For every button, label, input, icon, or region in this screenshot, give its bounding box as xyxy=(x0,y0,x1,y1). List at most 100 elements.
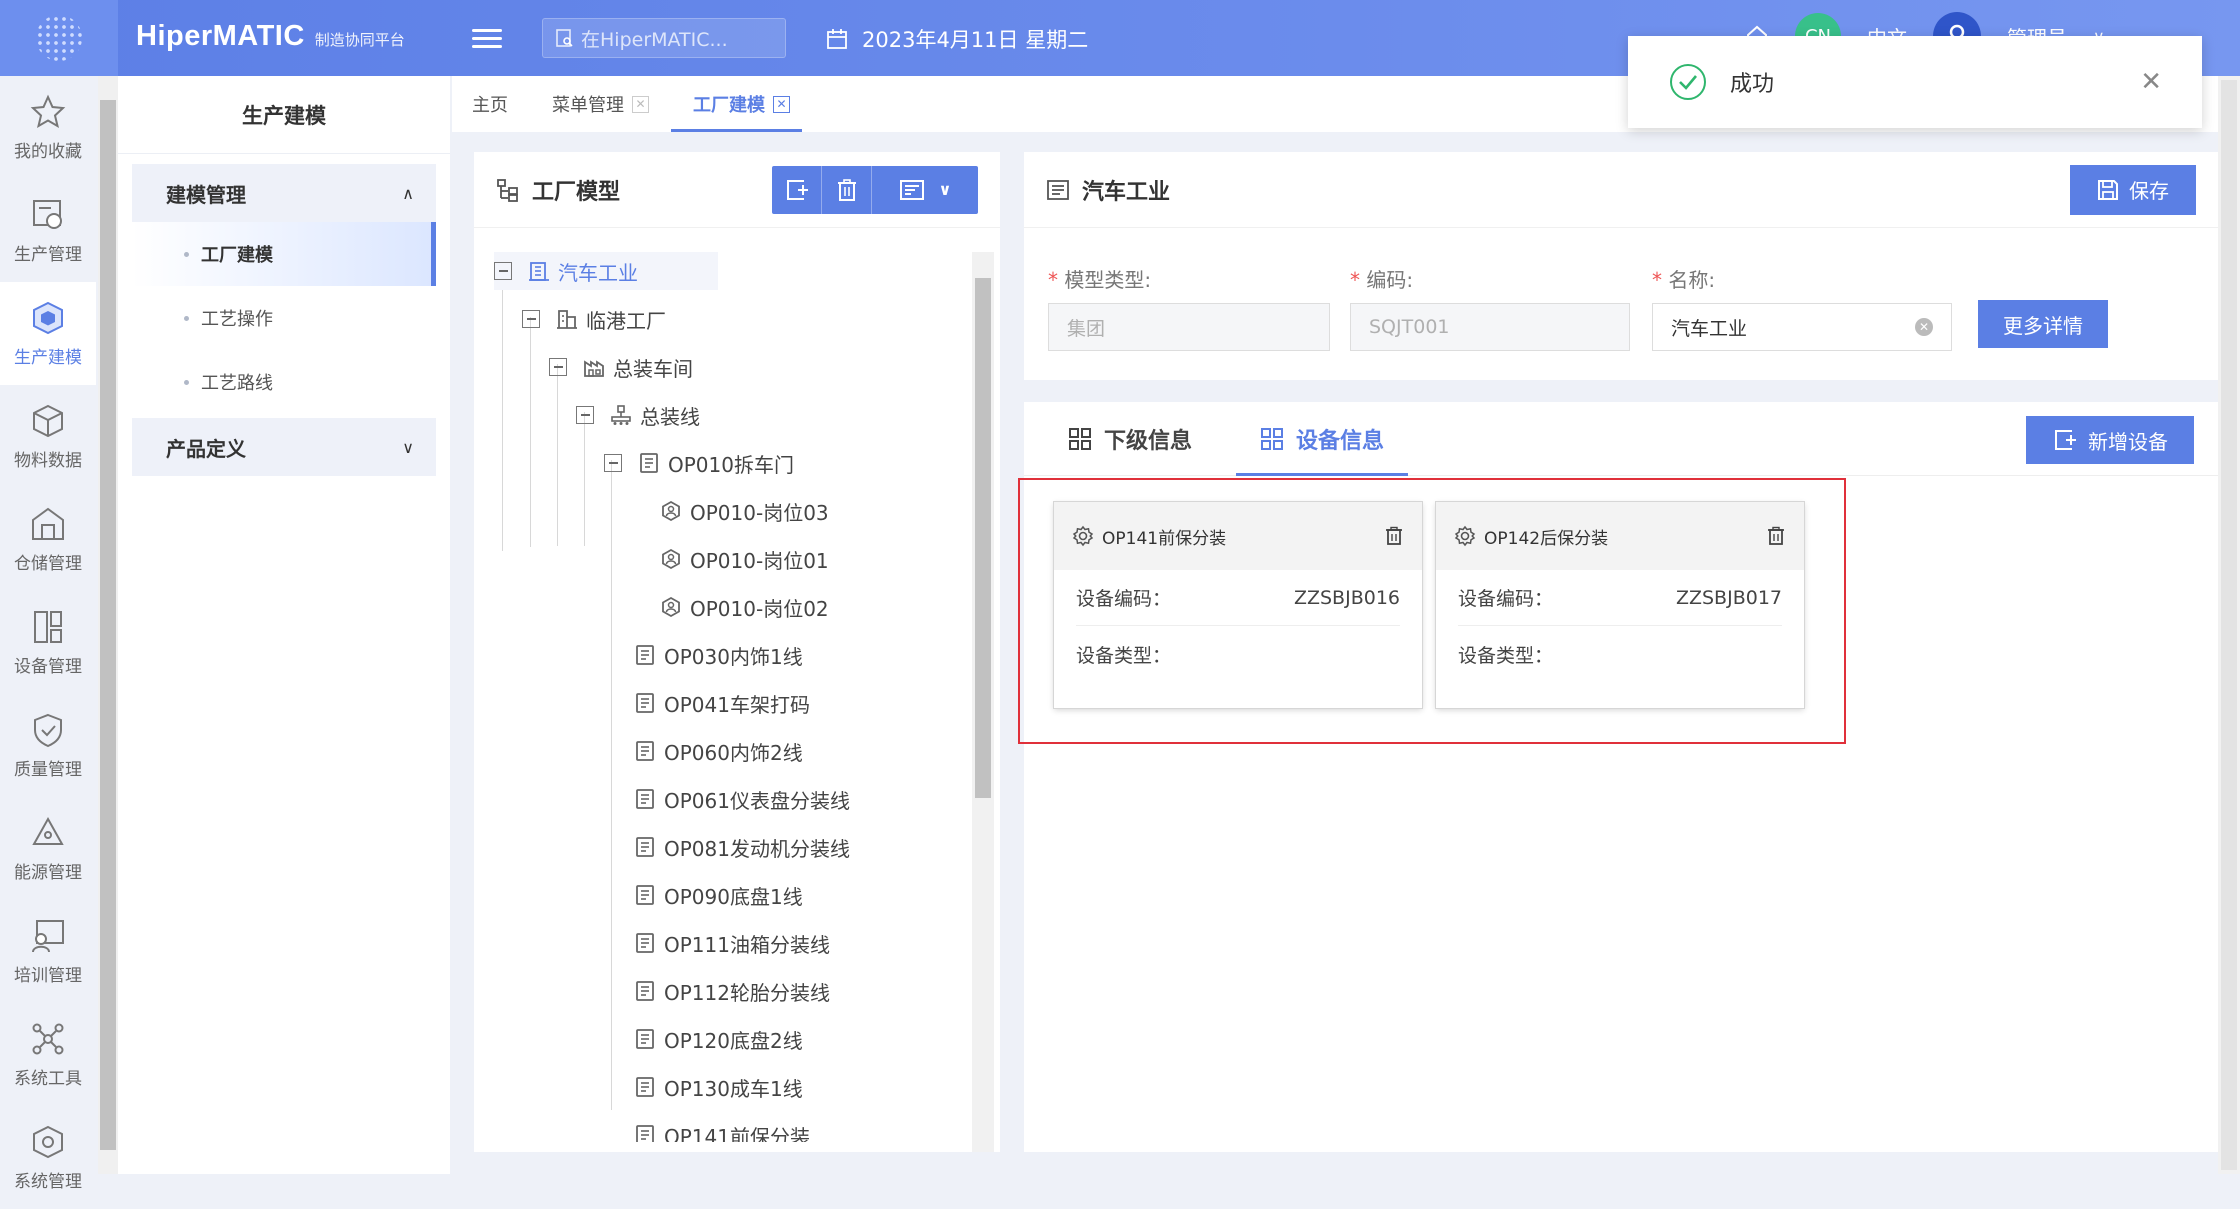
nav-training[interactable]: 培训管理 xyxy=(0,900,96,1003)
device-card[interactable]: OP142后保分装 设备编码： ZZSBJB017 设备类型： xyxy=(1436,502,1804,708)
sidebar-group-product[interactable]: 产品定义 ∨ xyxy=(132,418,436,476)
tree-node-label: 总装车间 xyxy=(613,356,693,381)
tree-node[interactable]: OP111油箱分装线 xyxy=(634,924,830,962)
tree-node[interactable]: OP120底盘2线 xyxy=(634,1020,803,1058)
nav-production[interactable]: 生产管理 xyxy=(0,179,96,282)
tree-node[interactable]: 汽车工业 xyxy=(494,252,718,290)
left-nav-scrollbar[interactable] xyxy=(98,76,118,1174)
collapse-toggle-icon[interactable] xyxy=(576,406,594,424)
name-input[interactable]: 汽车工业 ✕ xyxy=(1652,303,1952,351)
trash-icon[interactable] xyxy=(1384,526,1404,546)
scrollbar-thumb[interactable] xyxy=(100,100,116,1150)
tree-node-label: OP010-岗位01 xyxy=(690,548,829,573)
tree-node[interactable]: OP010拆车门 xyxy=(604,444,794,482)
more-details-button[interactable]: 更多详情 xyxy=(1978,300,2108,348)
sidebar-group-modeling[interactable]: 建模管理 ∧ xyxy=(132,164,436,222)
tab-home[interactable]: 主页 xyxy=(472,76,508,132)
tree-node[interactable]: OP061仪表盘分装线 xyxy=(634,780,850,818)
model-detail-panel: 汽车工业 保存 * 模型类型: 集团 * 编码: SQJT001 * 名称: 汽… xyxy=(1024,152,2218,380)
add-node-button[interactable] xyxy=(772,165,822,214)
nav-production-modeling[interactable]: 生产建模 xyxy=(0,282,96,385)
sidebar-item-label: 工厂建模 xyxy=(201,245,273,266)
page-scrollbar[interactable] xyxy=(2218,76,2240,1174)
tab-device-info[interactable]: 设备信息 xyxy=(1236,402,1409,476)
device-card[interactable]: OP141前保分装 设备编码： ZZSBJB016 设备类型： xyxy=(1054,502,1422,708)
nav-system-tools[interactable]: 系统工具 xyxy=(0,1003,96,1106)
row-label: 设备编码： xyxy=(1076,588,1172,610)
tree-node-label: OP081发动机分装线 xyxy=(664,836,850,861)
nav-label: 物料数据 xyxy=(14,451,82,471)
tree-node[interactable]: OP010-岗位02 xyxy=(660,588,829,626)
required-mark: * xyxy=(1652,268,1669,292)
tab-menu-management[interactable]: 菜单管理 ✕ xyxy=(552,76,649,132)
tab-factory-modeling[interactable]: 工厂建模 ✕ xyxy=(671,76,802,132)
sidebar-item-process-route[interactable]: 工艺路线 xyxy=(132,350,436,414)
tree-node[interactable]: OP081发动机分装线 xyxy=(634,828,850,866)
tree-node[interactable]: OP130成车1线 xyxy=(634,1068,803,1106)
nav-label: 生产管理 xyxy=(14,245,82,265)
tree-node-label: 总装线 xyxy=(640,404,700,429)
device-type-row: 设备类型： xyxy=(1458,626,1782,682)
nav-material[interactable]: 物料数据 xyxy=(0,385,96,488)
nav-quality[interactable]: 质量管理 xyxy=(0,694,96,797)
factory-icon xyxy=(557,310,577,329)
nav-warehouse[interactable]: 仓储管理 xyxy=(0,488,96,591)
document-icon xyxy=(1047,179,1069,200)
nav-device[interactable]: 设备管理 xyxy=(0,591,96,694)
nav-energy[interactable]: 能源管理 xyxy=(0,797,96,900)
collapse-toggle-icon[interactable] xyxy=(604,454,622,472)
close-icon[interactable]: ✕ xyxy=(773,95,790,113)
tree-toolbar: ∨ xyxy=(772,165,978,214)
tree-node[interactable]: 总装车间 xyxy=(549,348,693,386)
model-type-field: * 模型类型: 集团 xyxy=(1048,264,1330,351)
sidebar-item-process-operation[interactable]: 工艺操作 xyxy=(132,286,436,350)
nav-system-admin[interactable]: 系统管理 xyxy=(0,1106,96,1209)
top-search-input[interactable]: 在HiperMATIC... xyxy=(542,18,786,58)
tree-node[interactable]: 总装线 xyxy=(576,396,700,434)
scrollbar-thumb[interactable] xyxy=(975,278,991,798)
tree-node[interactable]: OP010-岗位01 xyxy=(660,540,829,578)
tree-node[interactable]: OP030内饰1线 xyxy=(634,636,803,674)
workshop-icon xyxy=(584,360,604,377)
tree-node[interactable]: OP141前保分装 xyxy=(634,1116,810,1142)
trash-icon xyxy=(837,178,856,201)
name-input-value: 汽车工业 xyxy=(1671,317,1748,340)
grid-icon xyxy=(1069,427,1091,450)
add-device-label: 新增设备 xyxy=(2088,429,2168,454)
nav-favorites[interactable]: 我的收藏 xyxy=(0,76,96,179)
tree-node[interactable]: 临港工厂 xyxy=(522,300,666,338)
tab-label: 菜单管理 xyxy=(552,95,624,116)
collapse-toggle-icon[interactable] xyxy=(494,262,512,280)
close-icon[interactable]: ✕ xyxy=(632,95,649,113)
process-icon xyxy=(636,1125,654,1142)
menu-toggle-icon[interactable] xyxy=(472,24,502,52)
more-actions-dropdown[interactable]: ∨ xyxy=(872,166,978,214)
add-device-button[interactable]: 新增设备 xyxy=(2026,416,2194,464)
tree-scrollbar[interactable] xyxy=(972,252,994,1152)
clear-icon[interactable]: ✕ xyxy=(1915,318,1933,336)
delete-node-button[interactable] xyxy=(822,165,872,214)
tree-node[interactable]: OP041车架打码 xyxy=(634,684,810,722)
process-icon xyxy=(636,885,654,905)
tree-node-label: OP112轮胎分装线 xyxy=(664,980,830,1005)
sidebar-item-factory-modeling[interactable]: 工厂建模 xyxy=(132,222,436,286)
tree-node[interactable]: OP010-岗位03 xyxy=(660,492,829,530)
collapse-toggle-icon[interactable] xyxy=(522,310,540,328)
tab-sub-info[interactable]: 下级信息 xyxy=(1068,402,1192,476)
required-mark: * xyxy=(1048,268,1065,292)
device-type-row: 设备类型： xyxy=(1076,626,1400,682)
left-icon-nav: 我的收藏 生产管理 生产建模 物料数据 仓储管理 设备管理 质量管理 能源管理 … xyxy=(0,76,96,1192)
tree-node[interactable]: OP090底盘1线 xyxy=(634,876,803,914)
gear-icon xyxy=(1072,525,1094,547)
tree-node[interactable]: OP060内饰2线 xyxy=(634,732,803,770)
tree-node-label: OP130成车1线 xyxy=(664,1076,803,1101)
close-icon[interactable]: ✕ xyxy=(2140,67,2162,97)
scrollbar-thumb[interactable] xyxy=(2221,80,2237,1170)
tree-node[interactable]: OP112轮胎分装线 xyxy=(634,972,830,1010)
app-logo[interactable] xyxy=(0,0,118,76)
toast-message: 成功 xyxy=(1730,72,1775,97)
star-icon xyxy=(30,94,66,129)
trash-icon[interactable] xyxy=(1766,526,1786,546)
collapse-toggle-icon[interactable] xyxy=(549,358,567,376)
save-button[interactable]: 保存 xyxy=(2070,164,2196,215)
